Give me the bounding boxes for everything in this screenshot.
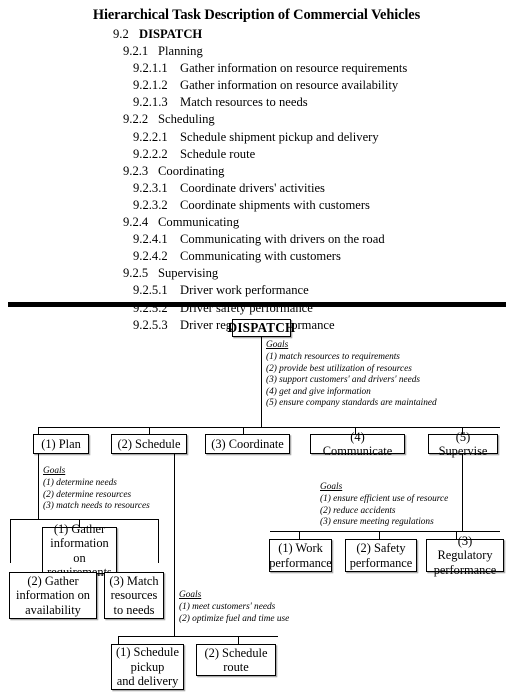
node-label-line: pickup — [130, 659, 165, 674]
node-label-line: (2) Safety — [356, 541, 406, 556]
node-label-line: (1) Schedule — [116, 645, 179, 660]
goal-item: (4) get and give information — [266, 386, 371, 397]
node-label: DISPATCH — [227, 319, 296, 335]
node-match-resources[interactable]: (3) Match resources to needs — [104, 572, 164, 619]
connector-plan-vertical — [38, 454, 39, 519]
node-label: (3) Coordinate — [211, 436, 284, 451]
connector-schedule-bus — [118, 636, 278, 637]
node-label-line: (1) Work — [278, 541, 323, 556]
node-schedule-route[interactable]: (2) Schedule route — [196, 644, 276, 676]
node-label: (2) Schedule route — [205, 646, 268, 675]
node-plan[interactable]: (1) Plan — [33, 434, 89, 454]
node-label: (4) Communicate — [322, 429, 393, 458]
node-label: (2) Gather information on availability — [16, 574, 90, 617]
node-label-line: (2) Gather — [27, 573, 79, 588]
goals-heading: Goals — [43, 466, 66, 476]
node-label: (2) Safety performance — [350, 541, 413, 570]
node-label-line: performance — [269, 555, 332, 570]
node-communicate[interactable]: (4) Communicate — [310, 430, 405, 458]
node-work-performance[interactable]: (1) Work performance — [269, 539, 332, 572]
node-label-line: resources — [110, 588, 158, 603]
node-schedule[interactable]: (2) Schedule — [111, 434, 187, 454]
connector-level1-bus — [38, 427, 500, 428]
connector-root-vertical — [261, 336, 262, 427]
goal-item: (1) match resources to requirements — [266, 352, 400, 363]
goals-heading: Goals — [320, 482, 343, 492]
node-label-line: (3) Match — [109, 573, 159, 588]
hierarchy-diagram: DISPATCH Goals (1) match resources to re… — [0, 0, 513, 693]
node-label-line: and delivery — [116, 674, 179, 689]
node-label-line: information on — [50, 536, 109, 565]
connector-supervise-bus — [270, 531, 500, 532]
goal-item: (3) support customers' and drivers' need… — [266, 375, 421, 386]
node-label-line: (1) Gather — [53, 521, 106, 536]
node-coordinate[interactable]: (3) Coordinate — [205, 434, 290, 454]
goal-item: (3) ensure meeting regulations — [320, 517, 434, 528]
node-label-line: performance — [433, 562, 497, 577]
goal-item: (2) optimize fuel and time use — [179, 613, 290, 624]
node-gather-availability[interactable]: (2) Gather information on availability — [9, 572, 97, 619]
goal-item: (2) reduce accidents — [320, 505, 396, 516]
node-label-line: availability — [25, 602, 81, 617]
node-label: (1) Plan — [41, 436, 81, 451]
node-regulatory-performance[interactable]: (3) Regulatory performance — [426, 534, 504, 577]
goal-item: (2) determine resources — [43, 489, 132, 500]
connector-drop-match-resources — [158, 519, 159, 563]
connector-plan-bus — [10, 519, 158, 520]
node-label-line: performance — [349, 555, 413, 570]
node-label: (3) Regulatory performance — [431, 534, 499, 577]
node-label-line: to needs — [113, 602, 155, 617]
node-label: (1) Schedule pickup and delivery — [116, 645, 179, 688]
goals-schedule: Goals (1) meet customers' needs (2) opti… — [179, 590, 289, 625]
node-label: (2) Schedule — [117, 436, 181, 451]
goals-plan: Goals (1) determine needs (2) determine … — [43, 466, 150, 513]
goal-item: (1) meet customers' needs — [179, 602, 276, 613]
node-label-line: (2) Schedule — [204, 645, 268, 660]
node-label-line: route — [223, 660, 249, 674]
node-label: (1) Work performance — [269, 541, 332, 570]
goal-item: (5) ensure company standards are maintai… — [266, 398, 437, 409]
node-gather-requirements[interactable]: (1) Gather information on requirements — [42, 522, 117, 579]
document-page: Hierarchical Task Description of Commerc… — [0, 0, 513, 693]
node-supervise[interactable]: (5) Supervise — [428, 430, 498, 458]
node-label-line: (3) Regulatory — [437, 533, 493, 563]
goal-item: (1) ensure efficient use of resource — [320, 494, 449, 505]
goals-dispatch: Goals (1) match resources to requirement… — [266, 340, 437, 410]
goals-heading: Goals — [266, 340, 289, 350]
node-safety-performance[interactable]: (2) Safety performance — [345, 539, 417, 572]
connector-drop-gather-availability — [10, 519, 11, 563]
goal-item: (2) provide best utilization of resource… — [266, 363, 412, 374]
goals-heading: Goals — [179, 590, 202, 600]
node-label: (5) Supervise — [438, 429, 488, 458]
goal-item: (1) determine needs — [43, 478, 117, 489]
connector-supervise-vertical — [462, 454, 463, 531]
node-label-line: information on — [16, 588, 90, 603]
node-label: (3) Match resources to needs — [109, 574, 158, 617]
goal-item: (3) match needs to resources — [43, 501, 150, 512]
node-label: (1) Gather information on requirements — [47, 522, 112, 580]
node-schedule-pickup-delivery[interactable]: (1) Schedule pickup and delivery — [111, 644, 184, 690]
connector-schedule-vertical — [174, 454, 175, 636]
node-dispatch[interactable]: DISPATCH — [228, 319, 295, 337]
goals-communicate: Goals (1) ensure efficient use of resour… — [320, 482, 448, 529]
